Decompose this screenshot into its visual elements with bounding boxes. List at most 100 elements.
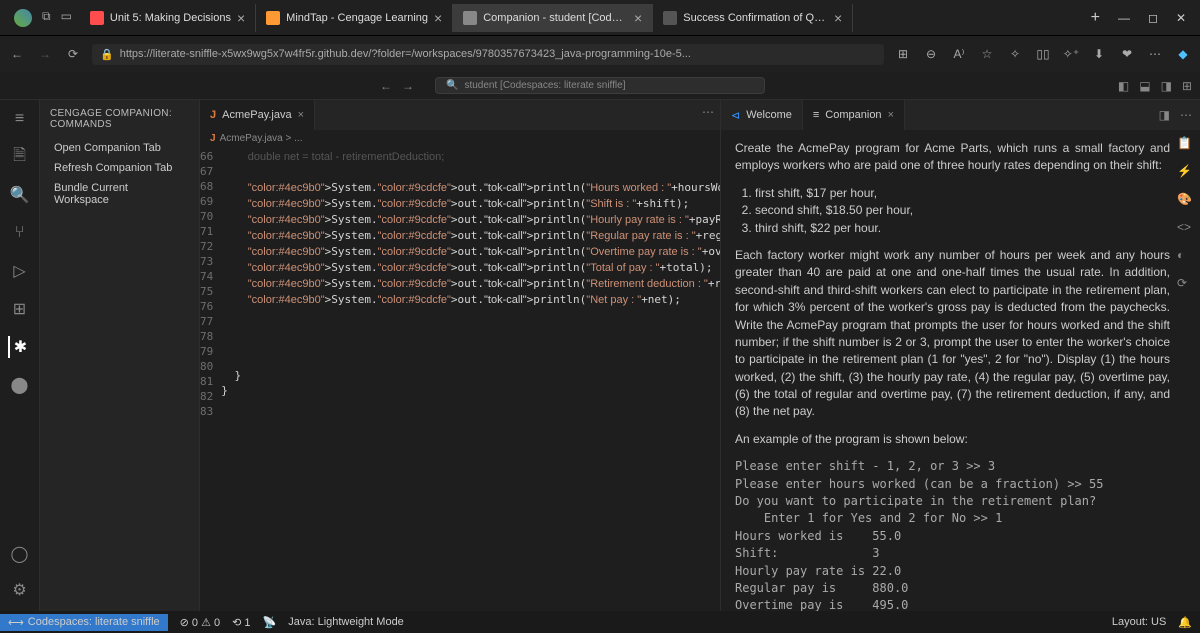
search-activity-icon[interactable]: 🔍 xyxy=(9,184,31,206)
tab-companion[interactable]: ≡ Companion × xyxy=(803,100,905,130)
browser-tab[interactable]: MindTap - Cengage Learning × xyxy=(256,4,453,32)
sidebar-command-item[interactable]: Open Companion Tab xyxy=(40,138,199,158)
breadcrumb-label: AcmePay.java > ... xyxy=(220,133,303,144)
extensions-icon[interactable]: ✧ xyxy=(1006,47,1024,61)
performance-icon[interactable]: ❤ xyxy=(1118,47,1136,61)
tab-welcome[interactable]: ⊲ Welcome xyxy=(721,100,803,130)
instr-p3: An example of the program is shown below… xyxy=(735,431,1170,448)
collections-icon[interactable]: ✧⁺ xyxy=(1062,47,1080,61)
layout-right-icon[interactable]: ◨ xyxy=(1161,79,1172,93)
more-icon[interactable]: ⋯ xyxy=(1146,47,1164,61)
list-item: third shift, $22 per hour. xyxy=(755,220,1170,237)
pin-icon[interactable]: 📋 xyxy=(1177,136,1192,150)
sidebar-command-item[interactable]: Bundle Current Workspace xyxy=(40,178,199,210)
gear-icon[interactable]: ⚙ xyxy=(9,579,31,601)
refresh-panel-icon[interactable]: ⟳ xyxy=(1177,276,1192,290)
tab-title: Success Confirmation of Questio xyxy=(683,12,828,24)
command-center[interactable]: 🔍 student [Codespaces: literate sniffle] xyxy=(435,77,765,94)
layout-status[interactable]: Layout: US xyxy=(1112,616,1166,629)
layout-left-icon[interactable]: ◧ xyxy=(1118,79,1129,93)
copilot-icon[interactable]: ◆ xyxy=(1174,47,1192,61)
shift-list: first shift, $17 per hour, second shift,… xyxy=(755,185,1170,237)
tab-title: MindTap - Cengage Learning xyxy=(286,12,428,24)
nav-back-icon[interactable]: ← xyxy=(380,79,392,93)
editor-tab-bar: J AcmePay.java × ⋯ xyxy=(200,100,720,130)
back-icon[interactable]: ← xyxy=(8,47,26,61)
layout-custom-icon[interactable]: ⊞ xyxy=(1182,79,1192,93)
refresh-icon[interactable]: ⟳ xyxy=(64,47,82,61)
code-content[interactable]: double net = total - retirementDeduction… xyxy=(221,147,720,611)
maximize-icon[interactable]: ◻ xyxy=(1148,11,1158,25)
list-icon: ≡ xyxy=(813,109,819,121)
browser-tab-strip: ⧉ ▭ Unit 5: Making Decisions×MindTap - C… xyxy=(0,0,1200,36)
broadcast-icon[interactable]: 📡 xyxy=(263,616,277,629)
list-item: second shift, $18.50 per hour, xyxy=(755,202,1170,219)
zoom-icon[interactable]: ⊖ xyxy=(922,47,940,61)
browser-address-bar: ← → ⟳ 🔒 https://literate-sniffle-x5wx9wg… xyxy=(0,36,1200,72)
sidebar-command-item[interactable]: Refresh Companion Tab xyxy=(40,158,199,178)
notifications-icon[interactable]: 🔔 xyxy=(1178,616,1192,629)
layout-bottom-icon[interactable]: ⬓ xyxy=(1139,79,1150,93)
companion-activity-icon[interactable]: ✱ xyxy=(8,336,30,358)
close-tab-icon[interactable]: × xyxy=(888,109,894,121)
aux-tab-bar: ⊲ Welcome ≡ Companion × ◨ ⋯ xyxy=(721,100,1200,130)
favorite-icon[interactable]: ☆ xyxy=(978,47,996,61)
close-icon[interactable]: × xyxy=(237,10,245,26)
line-gutter: 66 67 68 69 70 71 72 73 74 75 76 77 78 7… xyxy=(200,147,221,611)
enter-immersive-icon[interactable]: ⊞ xyxy=(894,47,912,61)
problems-status[interactable]: ⊘ 0 ⚠ 0 xyxy=(180,616,220,629)
lock-icon: 🔒 xyxy=(100,48,114,61)
java-file-icon: J xyxy=(210,109,216,121)
source-control-icon[interactable]: ⑂ xyxy=(9,222,31,244)
read-aloud-icon[interactable]: A⁾ xyxy=(950,47,968,61)
profile-avatar[interactable] xyxy=(14,9,32,27)
palette-icon[interactable]: 🎨 xyxy=(1177,192,1192,206)
github-icon[interactable]: ⬤ xyxy=(9,374,31,396)
browser-tab[interactable]: Companion - student [Codespac× xyxy=(453,4,653,32)
zap-icon[interactable]: ⚡ xyxy=(1177,164,1192,178)
tab-actions-icon[interactable]: ▭ xyxy=(61,9,72,27)
browser-tab[interactable]: Unit 5: Making Decisions× xyxy=(80,4,256,32)
close-icon[interactable]: × xyxy=(834,10,842,26)
run-debug-icon[interactable]: ▷ xyxy=(9,260,31,282)
side-panel: CENGAGE COMPANION: COMMANDS Open Compani… xyxy=(40,100,200,611)
vscode-window: ← → 🔍 student [Codespaces: literate snif… xyxy=(0,72,1200,633)
panel-split-icon[interactable]: ◨ xyxy=(1159,108,1170,122)
java-mode-status[interactable]: Java: Lightweight Mode xyxy=(288,616,404,628)
ports-status[interactable]: ⟲ 1 xyxy=(232,616,250,629)
moon-icon[interactable]: ◐ xyxy=(1177,248,1192,262)
menu-icon[interactable]: ≡ xyxy=(9,108,31,130)
explorer-icon[interactable]: 🗎 xyxy=(9,146,31,168)
new-tab-button[interactable]: + xyxy=(1081,9,1110,27)
close-tab-icon[interactable]: × xyxy=(298,109,304,121)
downloads-icon[interactable]: ⬇ xyxy=(1090,47,1108,61)
extensions-activity-icon[interactable]: ⊞ xyxy=(9,298,31,320)
split-icon[interactable]: ▯▯ xyxy=(1034,47,1052,61)
close-window-icon[interactable]: ✕ xyxy=(1176,11,1186,25)
url-input[interactable]: 🔒 https://literate-sniffle-x5wx9wg5x7w4f… xyxy=(92,44,884,65)
forward-icon: → xyxy=(36,47,54,61)
close-icon[interactable]: × xyxy=(634,10,642,26)
tab-companion-label: Companion xyxy=(825,109,881,121)
tab-favicon xyxy=(90,11,104,25)
editor-group: J AcmePay.java × ⋯ J AcmePay.java > ... … xyxy=(200,100,720,611)
code-tag-icon[interactable]: <> xyxy=(1177,220,1192,234)
panel-more-icon[interactable]: ⋯ xyxy=(1180,108,1192,122)
vscode-icon: ⊲ xyxy=(731,109,740,122)
instr-p1: Create the AcmePay program for Acme Part… xyxy=(735,140,1170,175)
search-icon: 🔍 xyxy=(446,80,458,91)
close-icon[interactable]: × xyxy=(434,10,442,26)
accounts-icon[interactable]: ◯ xyxy=(9,543,31,565)
editor-tab-acmepay[interactable]: J AcmePay.java × xyxy=(200,100,315,130)
editor-more-icon[interactable]: ⋯ xyxy=(702,105,714,119)
browser-tab[interactable]: Success Confirmation of Questio × xyxy=(653,4,853,32)
breadcrumb[interactable]: J AcmePay.java > ... xyxy=(200,130,720,147)
minimize-icon[interactable]: — xyxy=(1118,11,1130,25)
command-center-label: student [Codespaces: literate sniffle] xyxy=(464,80,625,91)
side-panel-title: CENGAGE COMPANION: COMMANDS xyxy=(40,100,199,138)
url-text: https://literate-sniffle-x5wx9wg5x7w4fr5… xyxy=(120,48,691,60)
nav-forward-icon[interactable]: → xyxy=(402,79,414,93)
tab-favicon xyxy=(266,11,280,25)
remote-indicator[interactable]: ⟷ Codespaces: literate sniffle xyxy=(0,614,168,631)
workspaces-icon[interactable]: ⧉ xyxy=(42,9,51,27)
